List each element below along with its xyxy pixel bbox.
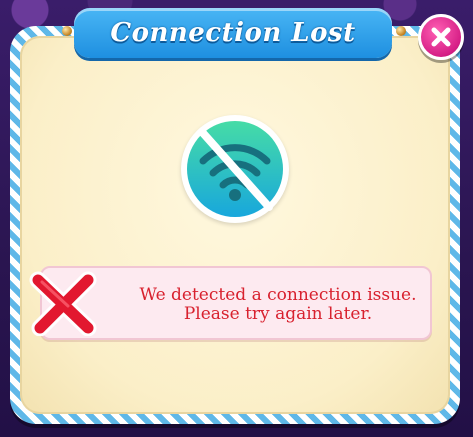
title-banner: Connection Lost <box>74 8 392 58</box>
close-button[interactable] <box>418 14 464 60</box>
rivet-right-icon <box>396 26 406 36</box>
dialog-title: Connection Lost <box>110 18 356 48</box>
dialog-panel <box>20 36 450 414</box>
red-x-icon <box>28 270 98 336</box>
error-message-box: We detected a connection issue. Please t… <box>40 266 432 340</box>
no-wifi-icon <box>185 119 285 219</box>
no-wifi-badge <box>181 115 289 223</box>
error-message: We detected a connection issue. Please t… <box>139 285 417 324</box>
rivet-left-icon <box>62 26 72 36</box>
close-icon <box>430 26 452 48</box>
